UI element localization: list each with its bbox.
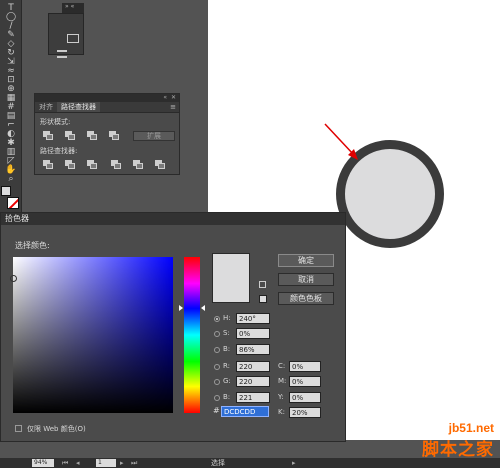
saturation-radio[interactable] (214, 331, 220, 337)
minus-front-icon[interactable] (65, 131, 75, 140)
magenta-label: M: (278, 377, 287, 385)
shape-modes-label: 形状模式: (40, 118, 71, 126)
red-arrow-annotation (324, 123, 358, 160)
hue-slider-right-arrow[interactable] (201, 305, 205, 311)
hue-slider-left-arrow[interactable] (179, 305, 183, 311)
color-field-cursor[interactable] (10, 275, 17, 282)
blue-field[interactable]: 221 (236, 392, 270, 403)
toolbox: T ◯ / ✎ ◇ ↻ ⇲ ≈ ⊡ ⊕ ▦ # ▤ ⌐ ◐ ✱ ▥ ◸ ✋ ⌕ (0, 0, 22, 214)
outline-icon[interactable] (133, 160, 143, 169)
dialog-title: 拾色器 (1, 213, 345, 225)
red-label: R: (223, 362, 231, 370)
hex-hash-label: # (213, 406, 220, 415)
select-color-label: 选择颜色: (15, 241, 50, 250)
blue-label: B: (223, 393, 231, 401)
pathfinder-panel: « ✕ 对齐 路径查找器 ≡ 形状模式: 扩展 路径查找器: (34, 93, 180, 175)
ok-button[interactable]: 确定 (278, 254, 334, 267)
yellow-label: Y: (278, 393, 284, 401)
fill-color-swatch[interactable] (1, 186, 11, 196)
layers-icon[interactable] (57, 50, 67, 58)
web-colors-only-checkbox[interactable] (15, 425, 22, 432)
panel-header: « ✕ (35, 94, 179, 102)
stroke-color-swatch[interactable] (7, 197, 19, 209)
brightness-label: B: (223, 345, 231, 353)
watermark-site: jb51.net (448, 421, 494, 435)
magenta-field[interactable]: 0% (289, 376, 321, 387)
intersect-icon[interactable] (87, 131, 97, 140)
brightness-radio[interactable] (214, 347, 220, 353)
hex-field[interactable]: DCDCDD (221, 406, 269, 417)
web-colors-only-label: 仅限 Web 颜色(O) (27, 425, 86, 433)
blue-radio[interactable] (214, 395, 220, 401)
trim-icon[interactable] (65, 160, 75, 169)
cyan-label: C: (278, 362, 286, 370)
last-page-icon[interactable]: ⏭ (131, 458, 137, 468)
tab-align[interactable]: 对齐 (35, 102, 57, 112)
color-picker-dialog: 拾色器 选择颜色: 确定 取消 颜色色板 H: 240° S: 0% B: 86… (0, 212, 346, 442)
exclude-icon[interactable] (109, 131, 119, 140)
green-label: G: (223, 377, 231, 385)
black-field[interactable]: 20% (289, 407, 321, 418)
next-page-icon[interactable]: ▸ (120, 458, 124, 468)
cancel-button[interactable]: 取消 (278, 273, 334, 286)
page-field[interactable]: 1 (96, 459, 116, 467)
mini-panel-tabs[interactable]: » « (62, 3, 84, 13)
pathfinders-label: 路径查找器: (40, 147, 78, 155)
panel-menu-icon[interactable]: ≡ (170, 103, 176, 111)
site-watermark: jb51.net 脚本之家 (422, 421, 494, 460)
saturation-brightness-field[interactable] (10, 257, 173, 413)
zoom-field[interactable]: 94% (32, 459, 54, 467)
unite-icon[interactable] (43, 131, 53, 140)
hue-radio[interactable] (214, 316, 220, 322)
divide-icon[interactable] (43, 160, 53, 169)
watermark-name: 脚本之家 (422, 440, 494, 460)
status-arrow-icon[interactable]: ▸ (292, 458, 296, 468)
current-color-preview (212, 253, 250, 303)
first-page-icon[interactable]: ⏮ (62, 458, 68, 468)
panel-tabs: 对齐 路径查找器 ≡ (35, 102, 179, 113)
out-of-gamut-icon[interactable] (259, 281, 266, 288)
red-field[interactable]: 220 (236, 361, 270, 372)
artboard-icon[interactable] (67, 34, 79, 43)
illustrator-workspace: T ◯ / ✎ ◇ ↻ ⇲ ≈ ⊡ ⊕ ▦ # ▤ ⌐ ◐ ✱ ▥ ◸ ✋ ⌕ » « « ✕ 对齐 路径查找器 ≡ … (0, 0, 500, 468)
collapse-icon[interactable]: « (163, 94, 167, 101)
green-radio[interactable] (214, 379, 220, 385)
black-label: K: (278, 408, 285, 416)
red-radio[interactable] (214, 364, 220, 370)
hue-slider[interactable] (184, 257, 200, 413)
yellow-field[interactable]: 0% (289, 392, 321, 403)
color-swatches-button[interactable]: 颜色色板 (278, 292, 334, 305)
green-field[interactable]: 220 (236, 376, 270, 387)
minus-back-icon[interactable] (155, 160, 165, 169)
cyan-field[interactable]: 0% (289, 361, 321, 372)
saturation-label: S: (223, 329, 230, 337)
zoom-tool-icon[interactable]: ⌕ (4, 173, 18, 185)
brightness-field[interactable]: 86% (236, 344, 270, 355)
close-icon[interactable]: ✕ (171, 94, 176, 101)
tab-pathfinder[interactable]: 路径查找器 (57, 102, 100, 112)
merge-icon[interactable] (87, 160, 97, 169)
hue-label: H: (223, 314, 231, 322)
previous-page-icon[interactable]: ◂ (76, 458, 80, 468)
hue-field[interactable]: 240° (236, 313, 270, 324)
expand-button[interactable]: 扩展 (133, 131, 175, 141)
websafe-color-swatch[interactable] (259, 295, 267, 303)
status-text: 选择 (211, 459, 225, 467)
mini-panel (48, 13, 84, 58)
crop-icon[interactable] (111, 160, 121, 169)
saturation-field[interactable]: 0% (236, 328, 270, 339)
